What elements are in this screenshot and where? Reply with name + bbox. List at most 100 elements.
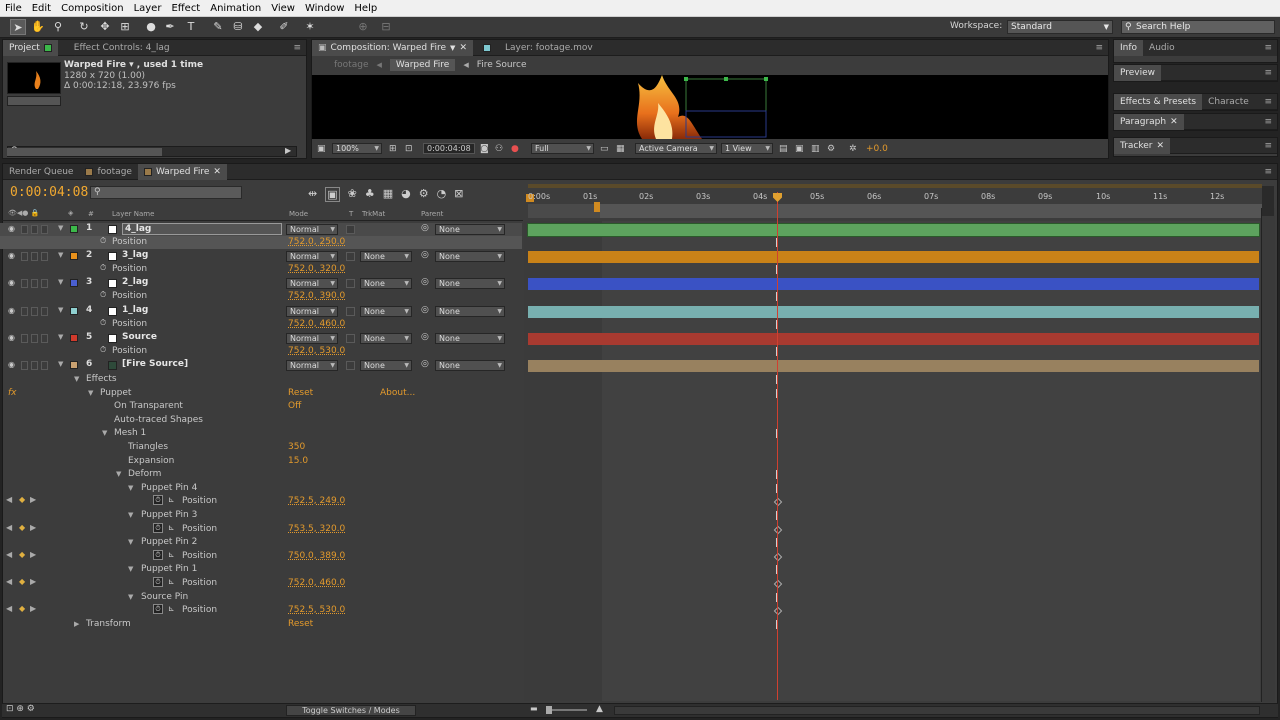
expand-icon[interactable]: ▶ xyxy=(74,620,79,628)
views-select[interactable]: 1 View xyxy=(721,143,773,154)
stopwatch-icon[interactable]: ⏱ xyxy=(153,495,163,505)
puppet-pin-row[interactable]: ▼ Puppet Pin 2 xyxy=(0,536,522,549)
audio-toggle[interactable] xyxy=(21,225,28,234)
layer-name[interactable]: 1_lag xyxy=(122,305,282,317)
stopwatch-icon[interactable]: ⏱ xyxy=(153,604,163,614)
eye-icon[interactable]: ◉ xyxy=(8,278,15,287)
close-icon[interactable]: ✕ xyxy=(1156,141,1164,151)
eye-icon[interactable]: ◉ xyxy=(8,306,15,315)
tab-composition[interactable]: ▣ Composition: Warped Fire ▼ ✕ xyxy=(312,39,473,56)
channel-icon[interactable]: ● xyxy=(511,144,519,154)
track-matte-select[interactable]: None xyxy=(360,360,412,371)
pin-position-row[interactable]: ◀ ◆ ▶ ⏱ ⊾ Position 753.5, 320.0 xyxy=(0,523,522,536)
pickwhip-icon[interactable]: ◎ xyxy=(421,250,429,260)
menu-window[interactable]: Window xyxy=(300,3,349,14)
type-tool-icon[interactable]: T xyxy=(183,19,199,35)
timeline-search-input[interactable]: ⚲ xyxy=(90,186,242,199)
zoom-in-icon[interactable]: ▲ xyxy=(596,704,603,714)
pin-position-value[interactable]: 752.5, 249.0 xyxy=(288,496,345,506)
solo-toggle[interactable] xyxy=(31,225,38,234)
tab-character[interactable]: Characte xyxy=(1202,94,1255,110)
menu-file[interactable]: File xyxy=(0,3,27,14)
tab-audio[interactable]: Audio xyxy=(1143,40,1181,56)
layer-name[interactable]: [Fire Source] xyxy=(122,359,282,371)
pin-position-row[interactable]: ◀ ◆ ▶ ⏱ ⊾ Position 752.5, 530.0 xyxy=(0,604,522,617)
layer-label-color[interactable] xyxy=(70,307,78,315)
preserve-transparency-toggle[interactable] xyxy=(346,252,355,261)
tab-project[interactable]: Project xyxy=(3,39,58,56)
prev-keyframe-icon[interactable]: ◀ xyxy=(6,577,12,586)
graph-icon[interactable]: ⊾ xyxy=(168,495,175,504)
layer-mode-select[interactable]: Normal xyxy=(286,251,338,262)
audio-toggle[interactable] xyxy=(21,307,28,316)
tab-info[interactable]: Info xyxy=(1114,40,1144,56)
expand-icon[interactable]: ▼ xyxy=(128,565,133,573)
exposure-value[interactable]: +0.0 xyxy=(866,144,888,154)
next-keyframe-icon[interactable]: ▶ xyxy=(30,523,36,532)
effect-property-row[interactable]: ▼ Effects xyxy=(0,373,522,386)
zoom-top-control[interactable] xyxy=(1262,186,1274,216)
tab-layer[interactable]: Layer: footage.mov xyxy=(473,40,599,56)
tab-effects-presets[interactable]: Effects & Presets xyxy=(1114,93,1203,110)
breadcrumb-fire-source[interactable]: Fire Source xyxy=(477,60,527,70)
position-value[interactable]: 752.0, 460.0 xyxy=(288,319,345,329)
next-keyframe-icon[interactable]: ▶ xyxy=(30,495,36,504)
axis-mode-icon[interactable]: ⊕ xyxy=(355,19,371,35)
add-keyframe-icon[interactable]: ◆ xyxy=(19,577,25,586)
camera-tool-icon[interactable]: ✥ xyxy=(97,19,113,35)
layer-label-color[interactable] xyxy=(70,279,78,287)
stopwatch-icon[interactable]: ⏱ xyxy=(153,550,163,560)
grid-icon[interactable]: ⊡ xyxy=(405,144,413,154)
pan-behind-tool-icon[interactable]: ⊞ xyxy=(117,19,133,35)
timeline-icon[interactable]: ▥ xyxy=(811,144,820,154)
tab-effect-controls[interactable]: Effect Controls: 4_lag xyxy=(58,40,176,56)
frame-blending-icon[interactable]: ▦ xyxy=(383,187,393,202)
lock-toggle[interactable] xyxy=(41,279,48,288)
effect-property-row[interactable]: ▼ Deform xyxy=(0,468,522,481)
expand-layer-icon[interactable]: ▼ xyxy=(58,278,63,286)
tab-tracker[interactable]: Tracker ✕ xyxy=(1114,137,1171,154)
time-ruler[interactable]: 0:00s 01s 02s 03s 04s 05s 06s 07s 08s 09… xyxy=(526,184,1266,220)
eye-icon[interactable]: ◉ xyxy=(8,224,15,233)
effect-property-row[interactable]: fx ▼ Puppet Reset About... xyxy=(0,387,522,400)
position-property-row[interactable]: ⏱ Position 752.0, 390.0 xyxy=(0,290,522,303)
next-keyframe-icon[interactable]: ▶ xyxy=(30,577,36,586)
property-value[interactable]: 15.0 xyxy=(288,456,308,466)
pin-position-value[interactable]: 753.5, 320.0 xyxy=(288,524,345,534)
transform-row[interactable]: ▶ Transform Reset xyxy=(0,618,522,631)
layer-label-color[interactable] xyxy=(70,252,78,260)
tab-preview[interactable]: Preview xyxy=(1114,64,1162,81)
brainstorm-icon[interactable]: ⚙ xyxy=(419,187,429,202)
auto-keyframe-icon[interactable]: ◔ xyxy=(437,187,447,202)
shy-layers-icon[interactable]: ♣ xyxy=(365,187,375,202)
layer-switches-icon[interactable]: ⊡ ⊕ ⚙ xyxy=(6,704,35,714)
layer-mode-select[interactable]: Normal xyxy=(286,224,338,235)
puppet-pin-row[interactable]: ▼ Puppet Pin 4 xyxy=(0,482,522,495)
preserve-transparency-toggle[interactable] xyxy=(346,225,355,234)
expand-icon[interactable]: ▼ xyxy=(128,593,133,601)
prev-keyframe-icon[interactable]: ◀ xyxy=(6,495,12,504)
next-keyframe-icon[interactable]: ▶ xyxy=(30,550,36,559)
eye-icon[interactable]: ◉ xyxy=(8,251,15,260)
stopwatch-icon[interactable]: ⏱ xyxy=(100,345,106,355)
preserve-transparency-toggle[interactable] xyxy=(346,334,355,343)
pin-position-row[interactable]: ◀ ◆ ▶ ⏱ ⊾ Position 752.0, 460.0 xyxy=(0,577,522,590)
clone-stamp-tool-icon[interactable]: ⛁ xyxy=(230,19,246,35)
toggle-pixel-aspect-icon[interactable]: ▤ xyxy=(779,144,788,154)
position-value[interactable]: 752.0, 320.0 xyxy=(288,264,345,274)
menu-composition[interactable]: Composition xyxy=(56,3,128,14)
pickwhip-icon[interactable]: ◎ xyxy=(421,223,429,233)
parent-select[interactable]: None xyxy=(435,360,505,371)
property-value[interactable]: 350 xyxy=(288,442,305,452)
layer-name[interactable]: 4_lag xyxy=(122,223,282,235)
graph-editor-icon[interactable]: ⊠ xyxy=(454,187,463,202)
add-keyframe-icon[interactable]: ◆ xyxy=(19,604,25,613)
expand-icon[interactable]: ▼ xyxy=(128,484,133,492)
parent-select[interactable]: None xyxy=(435,251,505,262)
layer-name[interactable]: 3_lag xyxy=(122,250,282,262)
stopwatch-icon[interactable]: ⏱ xyxy=(100,318,106,328)
pickwhip-icon[interactable]: ◎ xyxy=(421,332,429,342)
resolution-select[interactable]: Full xyxy=(531,143,594,154)
toggle-switches-modes-button[interactable]: Toggle Switches / Modes xyxy=(286,705,416,716)
audio-toggle[interactable] xyxy=(21,252,28,261)
